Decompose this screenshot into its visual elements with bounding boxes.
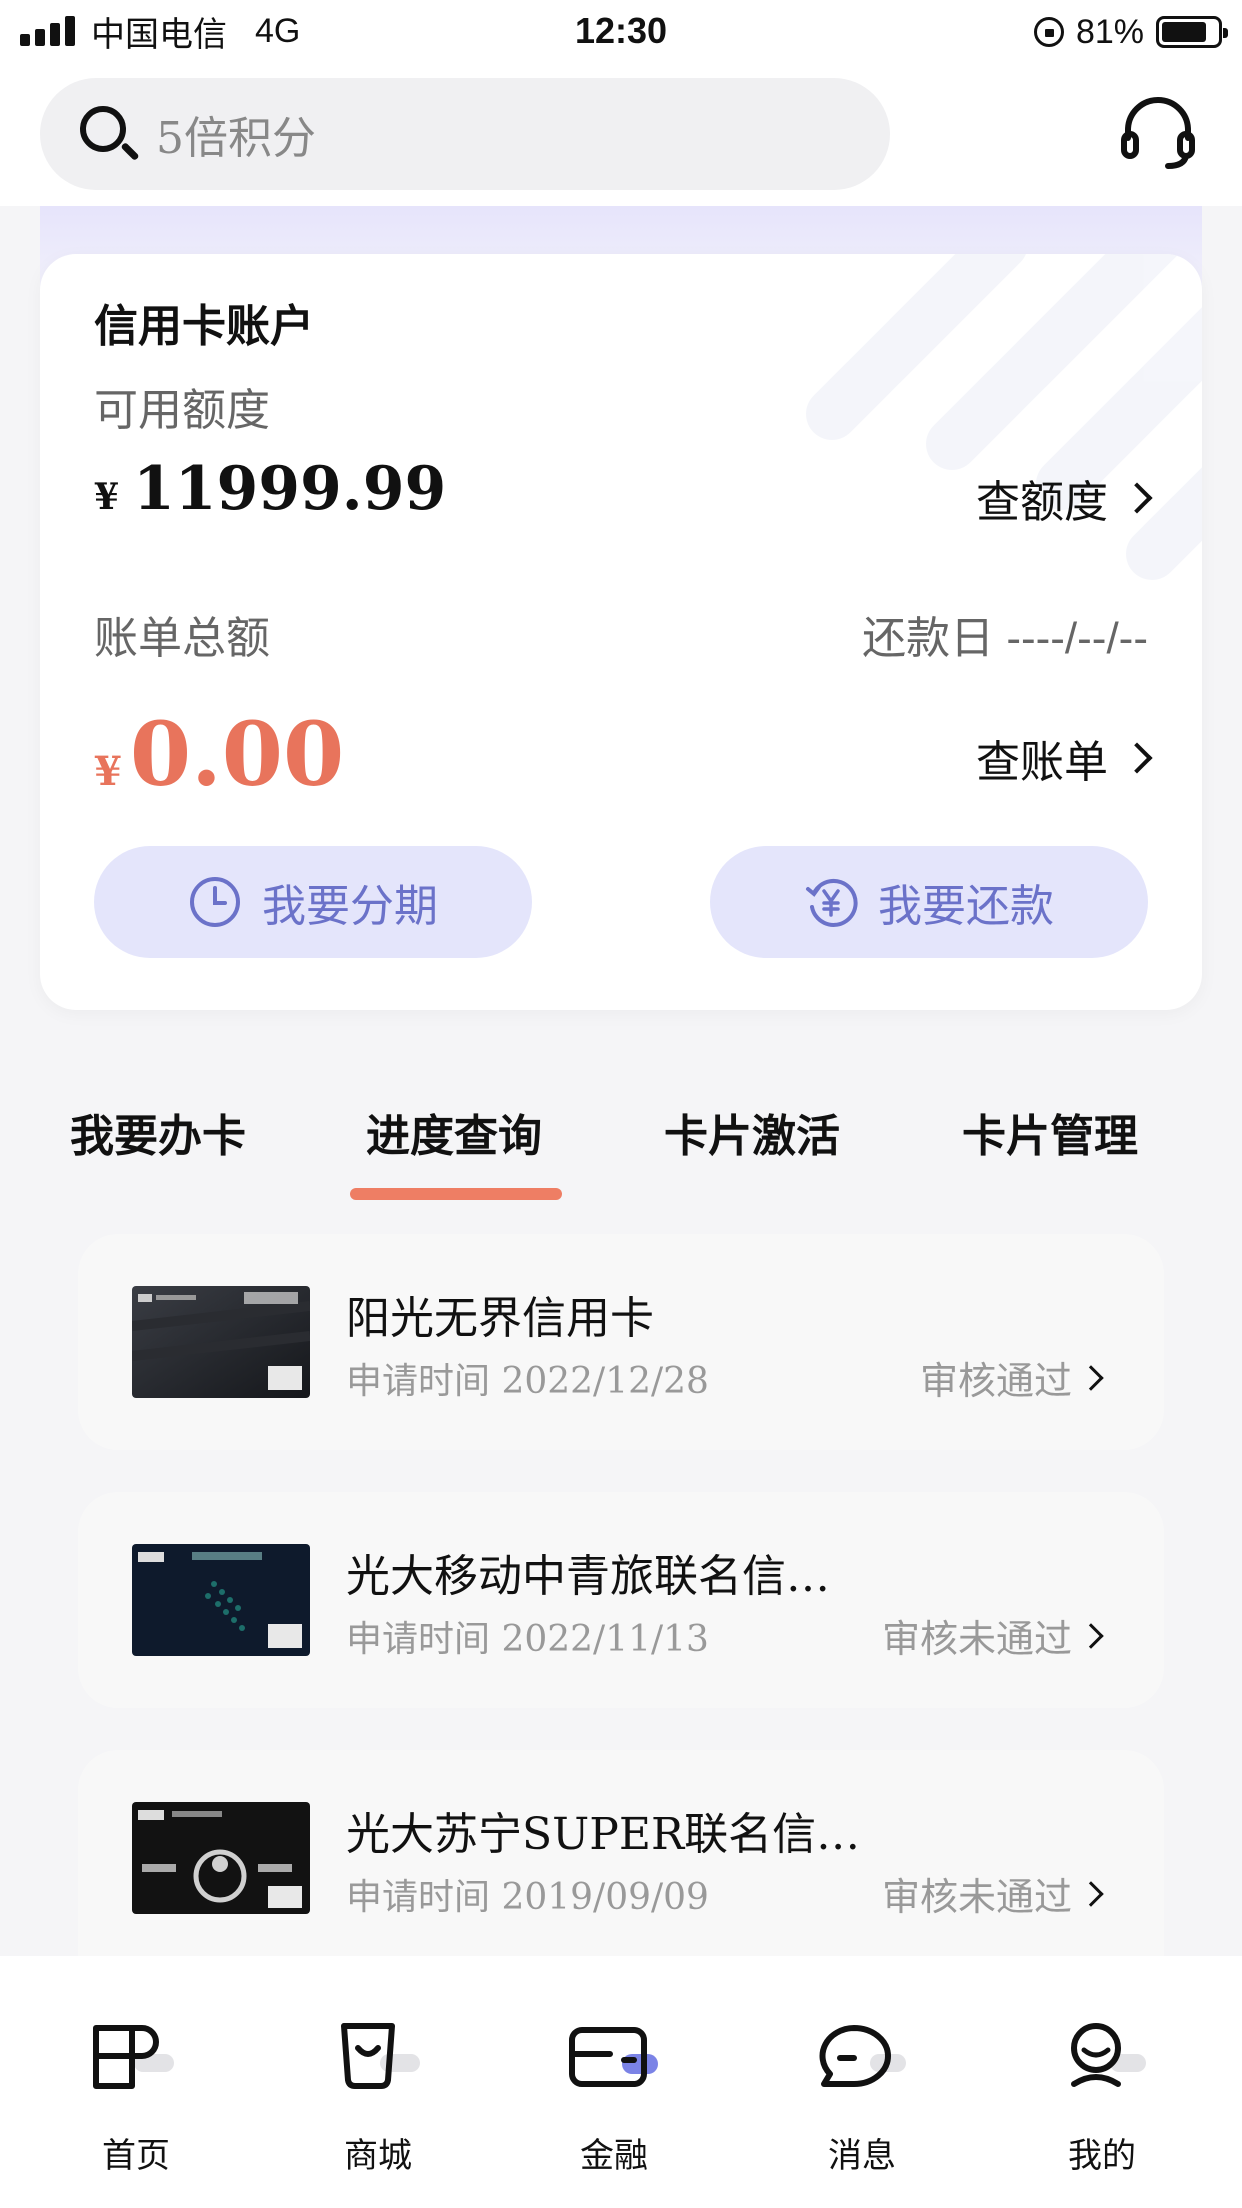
card-name: 光大移动中青旅联名信… xyxy=(346,1551,830,1602)
nav-finance[interactable]: 金融 xyxy=(514,1956,714,2208)
check-limit-link[interactable]: 查额度 xyxy=(976,466,1153,530)
chevron-right-icon xyxy=(1078,1622,1104,1649)
available-value: 11999.99 xyxy=(133,454,447,524)
search-placeholder: 5倍积分 xyxy=(156,113,316,164)
check-bill-label: 查账单 xyxy=(976,738,1108,787)
repay-button[interactable]: 我要还款 xyxy=(710,846,1148,958)
profile-icon xyxy=(1071,2023,1146,2087)
application-status: 审核通过 xyxy=(919,1350,1104,1405)
application-item[interactable]: 光大苏宁SUPER联名信… 申请时间 2019/09/09 审核未通过 xyxy=(78,1750,1164,1956)
application-status: 审核未通过 xyxy=(881,1866,1104,1921)
nav-mall[interactable]: 商城 xyxy=(278,1956,478,2208)
decorative-stripes xyxy=(806,254,1202,580)
wallet-card-icon xyxy=(569,2027,658,2087)
application-date: 申请时间 2022/12/28 xyxy=(346,1361,709,1402)
account-title: 信用卡账户 xyxy=(94,302,314,351)
status-text: 审核通过 xyxy=(919,1361,1072,1403)
status-text: 审核未通过 xyxy=(881,1619,1072,1661)
active-tab-indicator xyxy=(350,1188,562,1200)
chevron-right-icon xyxy=(1078,1880,1104,1907)
bill-total-label: 账单总额 xyxy=(94,614,270,663)
battery-fill xyxy=(1162,22,1206,42)
tab-card-activation[interactable]: 卡片激活 xyxy=(664,1100,840,1164)
search-icon xyxy=(76,102,140,166)
bottom-nav: 首页 商城 金融 消息 我的 xyxy=(0,1956,1242,2208)
credit-account-card: 信用卡账户 可用额度 ¥ 11999.99 查额度 账单总额 还款日 ----/… xyxy=(40,254,1202,1010)
installment-button[interactable]: 我要分期 xyxy=(94,846,532,958)
home-icon xyxy=(93,2025,174,2089)
bill-currency-symbol: ¥ xyxy=(94,748,122,795)
tab-apply-card[interactable]: 我要办卡 xyxy=(70,1100,246,1164)
customer-service-icon[interactable] xyxy=(1118,94,1198,170)
installment-label: 我要分期 xyxy=(262,882,438,931)
available-limit-label: 可用额度 xyxy=(94,386,270,435)
tab-card-management[interactable]: 卡片管理 xyxy=(962,1100,1138,1164)
top-header: 5倍积分 xyxy=(0,66,1242,206)
available-amount: ¥ 11999.99 xyxy=(94,454,446,524)
repay-yen-icon xyxy=(806,878,858,927)
due-date-label: 还款日 ----/--/-- xyxy=(862,614,1148,663)
application-date: 申请时间 2019/09/09 xyxy=(346,1877,709,1918)
card-name: 阳光无界信用卡 xyxy=(346,1293,654,1344)
shopping-bag-icon xyxy=(341,2023,420,2089)
repay-label: 我要还款 xyxy=(878,882,1054,931)
rotation-lock-icon xyxy=(1033,17,1064,47)
nav-label: 首页 xyxy=(102,2137,170,2175)
chevron-right-icon xyxy=(1078,1364,1104,1391)
application-date: 申请时间 2022/11/13 xyxy=(346,1619,709,1660)
bill-value: 0.00 xyxy=(129,702,345,806)
currency-symbol: ¥ xyxy=(94,476,120,518)
card-image xyxy=(132,1544,310,1656)
card-image xyxy=(132,1802,310,1914)
service-tabs: 我要办卡 进度查询 卡片激活 卡片管理 xyxy=(0,1100,1242,1210)
tab-progress-query[interactable]: 进度查询 xyxy=(366,1100,542,1164)
application-item[interactable]: 阳光无界信用卡 申请时间 2022/12/28 审核通过 xyxy=(78,1234,1164,1450)
search-bar[interactable]: 5倍积分 xyxy=(40,78,890,190)
nav-label: 金融 xyxy=(580,2137,648,2175)
battery-icon xyxy=(1156,16,1228,48)
chat-bubble-icon xyxy=(819,2025,906,2087)
card-image xyxy=(132,1286,310,1398)
card-name: 光大苏宁SUPER联名信… xyxy=(346,1809,861,1860)
nav-messages[interactable]: 消息 xyxy=(762,1956,962,2208)
status-bar: 中国电信 4G 12:30 81% xyxy=(0,0,1242,66)
status-text: 审核未通过 xyxy=(881,1877,1072,1919)
chevron-right-icon xyxy=(1121,742,1153,774)
check-bill-link[interactable]: 查账单 xyxy=(976,726,1153,790)
nav-profile[interactable]: 我的 xyxy=(1002,1956,1202,2208)
battery-percent: 81% xyxy=(1075,12,1144,51)
application-item[interactable]: 光大移动中青旅联名信… 申请时间 2022/11/13 审核未通过 xyxy=(78,1492,1164,1708)
nav-label: 商城 xyxy=(344,2137,412,2175)
bill-amount: ¥ 0.00 xyxy=(94,702,344,806)
chevron-right-icon xyxy=(1121,482,1153,514)
clock-icon xyxy=(190,877,240,927)
nav-label: 消息 xyxy=(828,2137,896,2175)
status-right: 81% xyxy=(1033,10,1228,54)
nav-home[interactable]: 首页 xyxy=(36,1956,236,2208)
nav-label: 我的 xyxy=(1068,2137,1136,2175)
check-limit-label: 查额度 xyxy=(976,478,1108,527)
application-status: 审核未通过 xyxy=(881,1608,1104,1663)
